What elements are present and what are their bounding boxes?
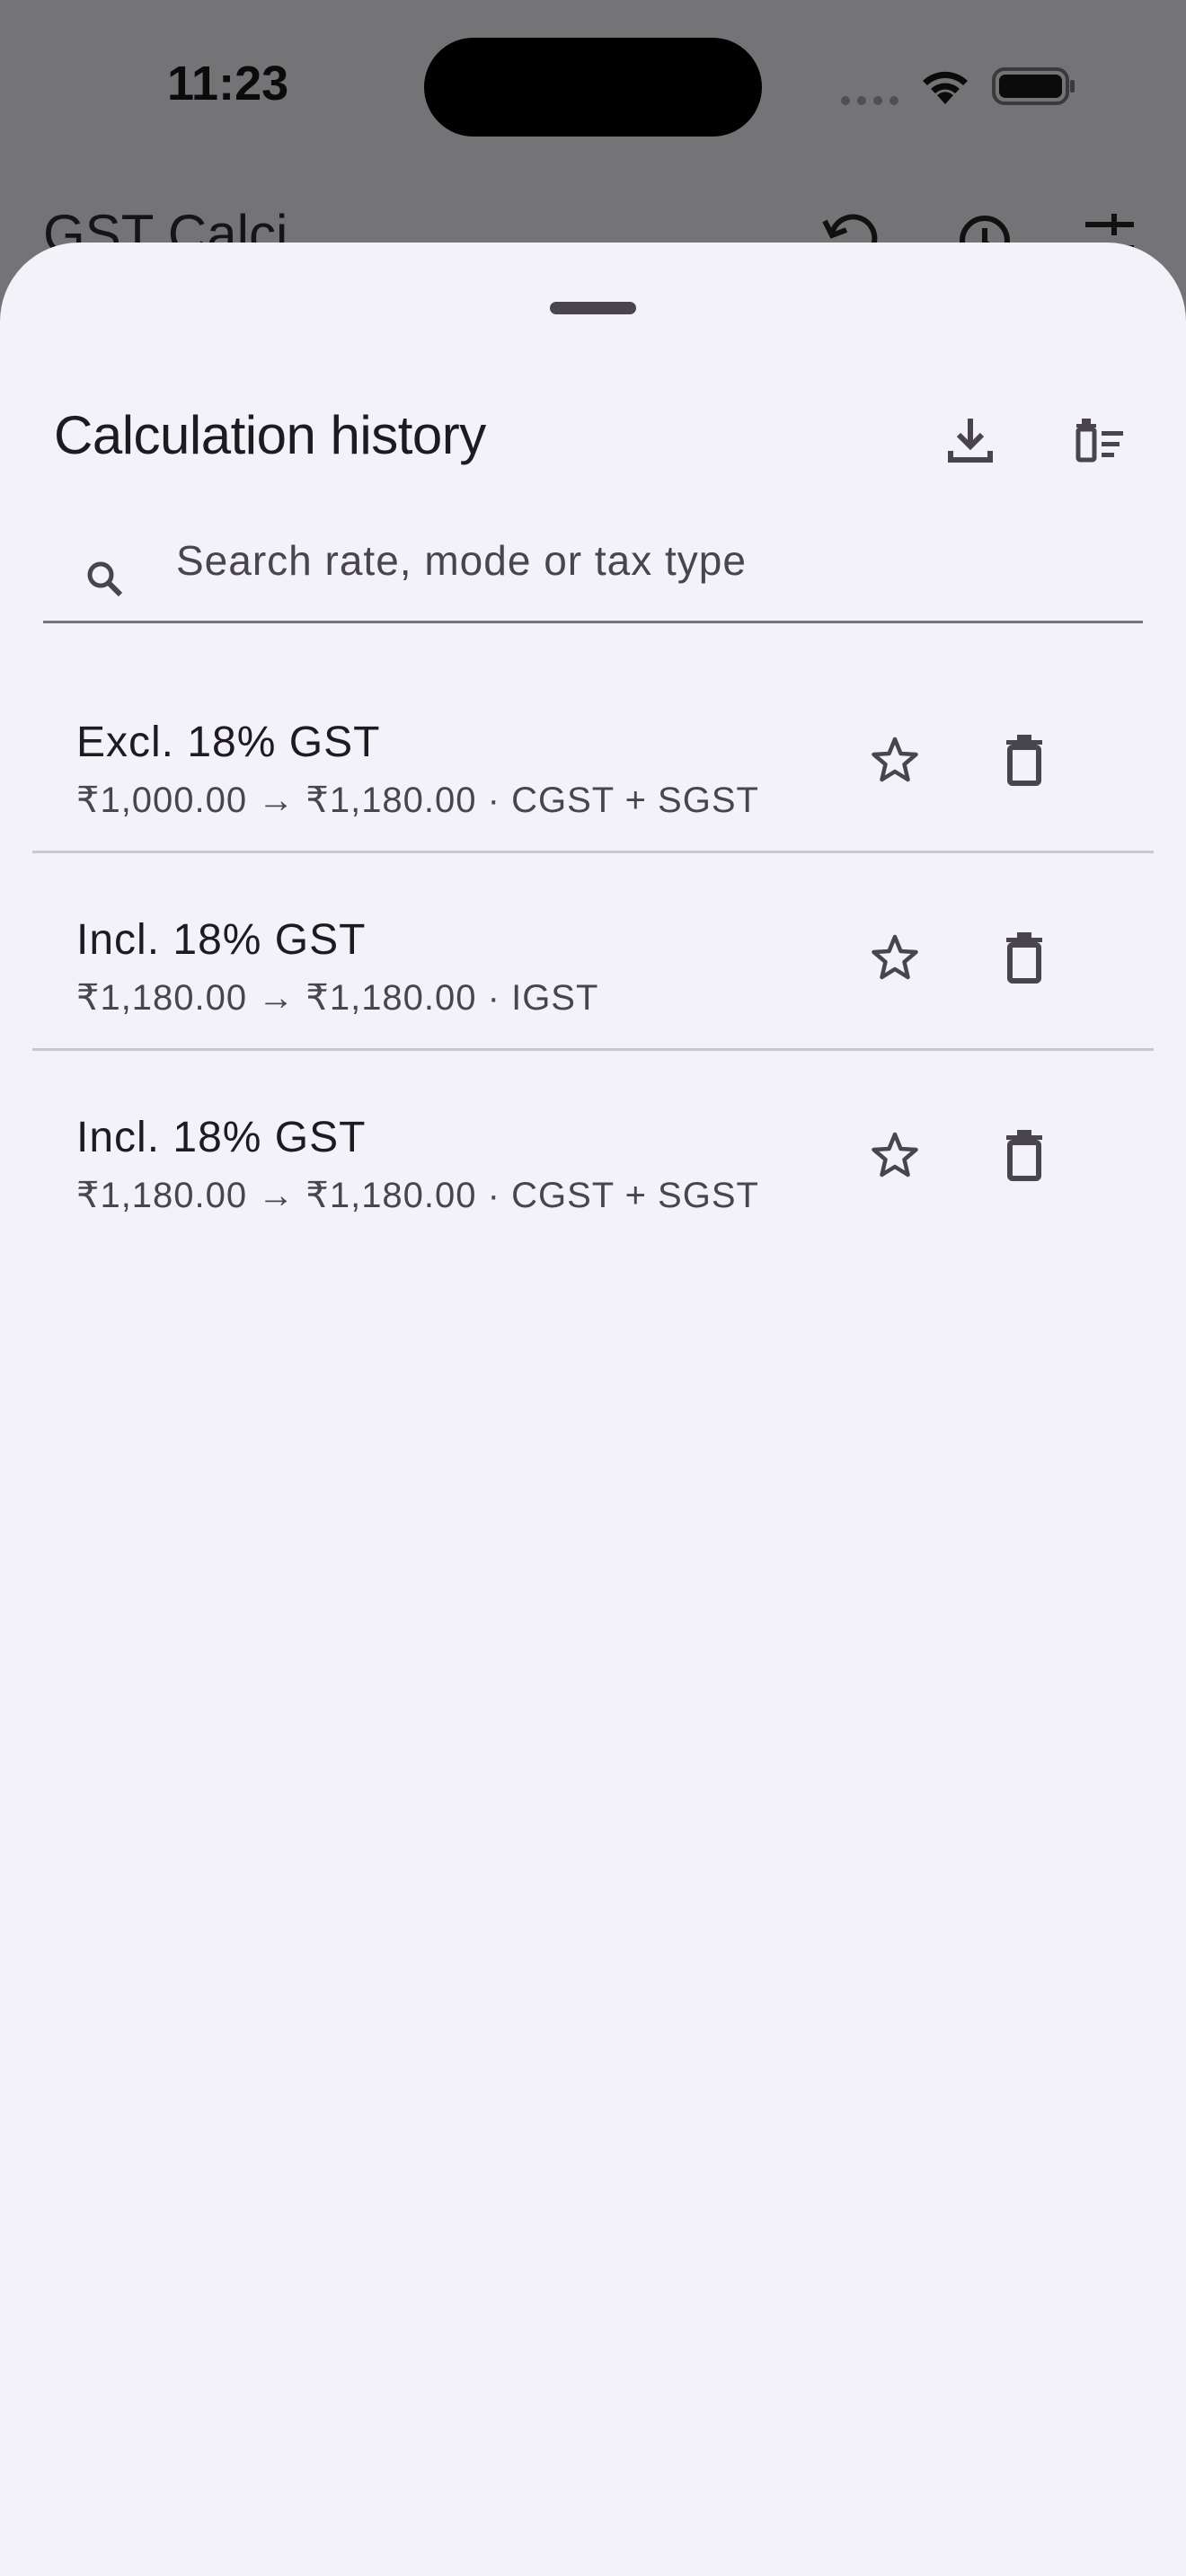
history-item-subtitle: ₹1,000.00 → ₹1,180.00 · CGST + SGST: [76, 781, 759, 820]
trash-icon: [1006, 1130, 1042, 1181]
history-item-title: Incl. 18% GST: [76, 1114, 367, 1161]
status-time: 11:23: [167, 57, 289, 110]
history-item-subtitle: ₹1,180.00 → ₹1,180.00 · CGST + SGST: [76, 1176, 759, 1215]
clear-history-button[interactable]: [1055, 395, 1145, 485]
status-bar: 11:23: [0, 0, 1186, 180]
star-outline-icon: [872, 1132, 918, 1178]
history-item-title: Excl. 18% GST: [76, 719, 381, 766]
download-button[interactable]: [925, 395, 1015, 485]
trash-icon: [1006, 932, 1042, 984]
drag-handle[interactable]: [550, 302, 636, 314]
delete-button[interactable]: [979, 715, 1069, 805]
favorite-button[interactable]: [850, 715, 940, 805]
history-item[interactable]: Incl. 18% GST ₹1,180.00 → ₹1,180.00 · IG…: [32, 853, 1154, 1051]
search-input[interactable]: [176, 525, 1111, 596]
history-list: Excl. 18% GST ₹1,000.00 → ₹1,180.00 · CG…: [32, 656, 1154, 1246]
history-item[interactable]: Incl. 18% GST ₹1,180.00 → ₹1,180.00 · CG…: [32, 1051, 1154, 1246]
delete-sweep-icon: [1075, 419, 1123, 463]
delete-button[interactable]: [979, 913, 1069, 1002]
download-icon: [948, 419, 993, 463]
battery-icon: [992, 67, 1075, 105]
search-icon: [87, 561, 123, 597]
trash-icon: [1006, 735, 1042, 786]
dynamic-island: [424, 38, 762, 137]
history-bottom-sheet: Calculation history Excl. 18% GST ₹1,000…: [0, 243, 1186, 2576]
history-item-subtitle: ₹1,180.00 → ₹1,180.00 · IGST: [76, 978, 599, 1018]
favorite-button[interactable]: [850, 1110, 940, 1200]
sheet-title: Calculation history: [54, 405, 486, 465]
star-outline-icon: [872, 934, 918, 980]
search-field[interactable]: [43, 503, 1143, 623]
star-outline-icon: [872, 737, 918, 782]
delete-button[interactable]: [979, 1110, 1069, 1200]
cellular-signal-icon: [841, 96, 898, 105]
history-item[interactable]: Excl. 18% GST ₹1,000.00 → ₹1,180.00 · CG…: [32, 656, 1154, 853]
wifi-icon: [923, 71, 968, 104]
favorite-button[interactable]: [850, 913, 940, 1002]
history-item-title: Incl. 18% GST: [76, 916, 367, 964]
